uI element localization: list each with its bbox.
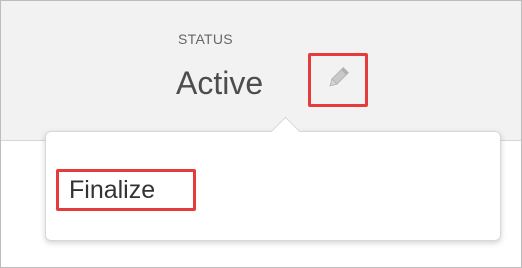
finalize-label: Finalize xyxy=(69,175,156,204)
status-value: Active xyxy=(176,65,264,101)
edit-status-button[interactable] xyxy=(318,61,358,99)
status-label: STATUS xyxy=(178,31,233,47)
pencil-icon xyxy=(325,65,351,96)
finalize-menu-item[interactable]: Finalize xyxy=(56,169,196,211)
